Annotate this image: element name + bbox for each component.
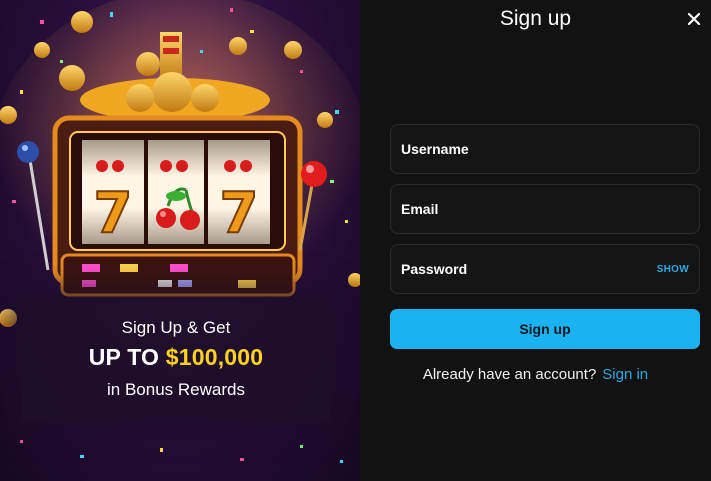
promo-subline: in Bonus Rewards: [107, 380, 245, 399]
close-icon: [688, 13, 700, 25]
signin-prompt: Already have an account? Sign in: [360, 366, 711, 383]
username-input[interactable]: [401, 141, 689, 157]
promo-amount-prefix: UP TO: [88, 344, 166, 370]
email-field[interactable]: [390, 184, 700, 234]
promo-panel: 7 7 Sign Up & Get UP TO $100,000 in Bonu…: [0, 0, 360, 481]
show-password-button[interactable]: SHOW: [657, 264, 689, 275]
promo-headline: Sign Up & Get: [121, 318, 231, 337]
email-input[interactable]: [401, 201, 689, 217]
signin-link[interactable]: Sign in: [602, 366, 648, 383]
svg-text:7: 7: [94, 181, 133, 246]
username-field[interactable]: [390, 124, 700, 174]
signin-question: Already have an account?: [422, 366, 597, 383]
promo-card: Sign Up & Get UP TO $100,000 in Bonus Re…: [22, 298, 330, 420]
close-button[interactable]: [683, 8, 705, 30]
password-input[interactable]: [401, 261, 657, 277]
svg-text:7: 7: [220, 181, 259, 246]
promo-amount-value: $100,000: [165, 344, 264, 370]
promo-bonus-amount: UP TO $100,000: [22, 344, 330, 371]
password-field[interactable]: SHOW: [390, 244, 700, 294]
signup-form-panel: Sign up SHOW Sign up Already have an acc…: [360, 0, 711, 481]
signup-button[interactable]: Sign up: [390, 309, 700, 349]
form-title: Sign up: [499, 7, 572, 30]
